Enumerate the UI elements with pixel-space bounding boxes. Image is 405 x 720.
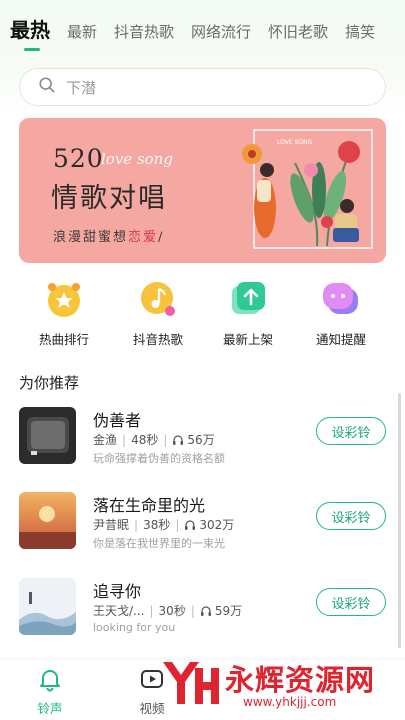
- song-title: 追寻你: [93, 582, 142, 601]
- quick-label: 通知提醒: [315, 332, 366, 347]
- song-cover: [19, 407, 76, 464]
- headphones-icon: [173, 434, 184, 445]
- quick-new-arrivals[interactable]: 最新上架: [203, 278, 293, 348]
- song-description: looking for you: [93, 621, 176, 634]
- song-plays: 56万: [187, 433, 215, 447]
- tab-oldies[interactable]: 怀旧老歌: [268, 22, 328, 42]
- couple-illustration: LOVE SONG: [242, 129, 373, 249]
- song-item[interactable]: 伪善者 金渔 | 48秒 | 56万 玩命强撑着伪善的资格名额 设彩铃: [19, 407, 386, 467]
- song-meta: 尹昔眠 | 38秒 | 302万: [93, 517, 235, 533]
- banner-number: 520: [53, 144, 104, 173]
- music-note-icon: [141, 282, 175, 316]
- tab-douyin-hits[interactable]: 抖音热歌: [114, 22, 174, 42]
- quick-notifications[interactable]: 通知提醒: [296, 278, 386, 348]
- song-artist: 金渔: [93, 433, 118, 447]
- quick-label: 热曲排行: [38, 332, 89, 347]
- song-item[interactable]: 落在生命里的光 尹昔眠 | 38秒 | 302万 你是落在我世界里的一束光 设彩…: [19, 492, 386, 552]
- watermark-logo: [163, 662, 219, 704]
- song-duration: 48秒: [131, 433, 159, 447]
- search-bar[interactable]: 下潜: [19, 68, 386, 106]
- hot-chart-icon: [48, 283, 80, 317]
- watermark-overlay: 永辉资源网 www.yhkjjj.com: [155, 655, 405, 720]
- song-duration: 30秒: [158, 604, 186, 618]
- song-plays: 59万: [214, 604, 243, 618]
- tab-newest[interactable]: 最新: [67, 22, 97, 42]
- quick-entries: 热曲排行 抖音热歌 最新上架 通知提醒: [0, 278, 405, 348]
- quick-label: 最新上架: [222, 332, 273, 347]
- watermark-text: 永辉资源网: [225, 663, 376, 697]
- tab-internet-popular[interactable]: 网络流行: [191, 22, 251, 42]
- quick-douyin-hits[interactable]: 抖音热歌: [113, 278, 203, 348]
- bell-icon: [40, 670, 60, 692]
- song-description: 玩命强撑着伪善的资格名额: [93, 452, 225, 465]
- watermark-url: www.yhkjjj.com: [243, 695, 337, 709]
- svg-text:LOVE SONG: LOVE SONG: [277, 139, 313, 146]
- search-placeholder: 下潜: [66, 78, 97, 97]
- song-meta: 金渔 | 48秒 | 56万: [93, 432, 215, 448]
- song-duration: 38秒: [143, 518, 171, 532]
- song-cover: [19, 492, 76, 549]
- song-artist: 尹昔眠: [93, 518, 130, 532]
- search-icon: [38, 76, 56, 98]
- song-cover: [19, 578, 76, 635]
- banner-subtitle: 浪漫甜蜜想恋爱/: [53, 230, 165, 245]
- song-description: 你是落在我世界里的一束光: [93, 537, 225, 550]
- tab-funny[interactable]: 搞笑: [345, 22, 375, 42]
- song-plays: 302万: [199, 518, 235, 532]
- scrollbar[interactable]: [398, 393, 401, 648]
- song-title: 落在生命里的光: [93, 496, 206, 515]
- song-item[interactable]: 追寻你 王天戈/... | 30秒 | 59万 looking for you …: [19, 578, 386, 638]
- set-ringtone-button[interactable]: 设彩铃: [316, 502, 386, 530]
- section-title: 为你推荐: [19, 374, 80, 392]
- headphones-icon: [185, 519, 196, 530]
- nav-label: 铃声: [37, 701, 63, 716]
- promo-banner[interactable]: 520 love song 情歌对唱 浪漫甜蜜想恋爱/ LOVE SONG: [19, 118, 386, 263]
- song-title: 伪善者: [93, 411, 142, 430]
- tab-hot[interactable]: 最热: [10, 18, 50, 51]
- song-meta: 王天戈/... | 30秒 | 59万: [93, 603, 243, 619]
- set-ringtone-button[interactable]: 设彩铃: [316, 417, 386, 445]
- headphones-icon: [200, 605, 211, 616]
- chat-bubble-icon: [323, 283, 358, 314]
- song-artist: 王天戈/...: [93, 604, 145, 618]
- category-tabs: 最热 最新 抖音热歌 网络流行 怀旧老歌 搞笑: [0, 0, 405, 62]
- upload-icon: [232, 282, 265, 314]
- nav-ringtones[interactable]: 铃声: [10, 666, 90, 717]
- quick-label: 抖音热歌: [132, 332, 183, 347]
- quick-hot-chart[interactable]: 热曲排行: [19, 278, 109, 348]
- banner-title: 情歌对唱: [51, 183, 167, 214]
- set-ringtone-button[interactable]: 设彩铃: [316, 588, 386, 616]
- banner-script-text: love song: [101, 150, 173, 168]
